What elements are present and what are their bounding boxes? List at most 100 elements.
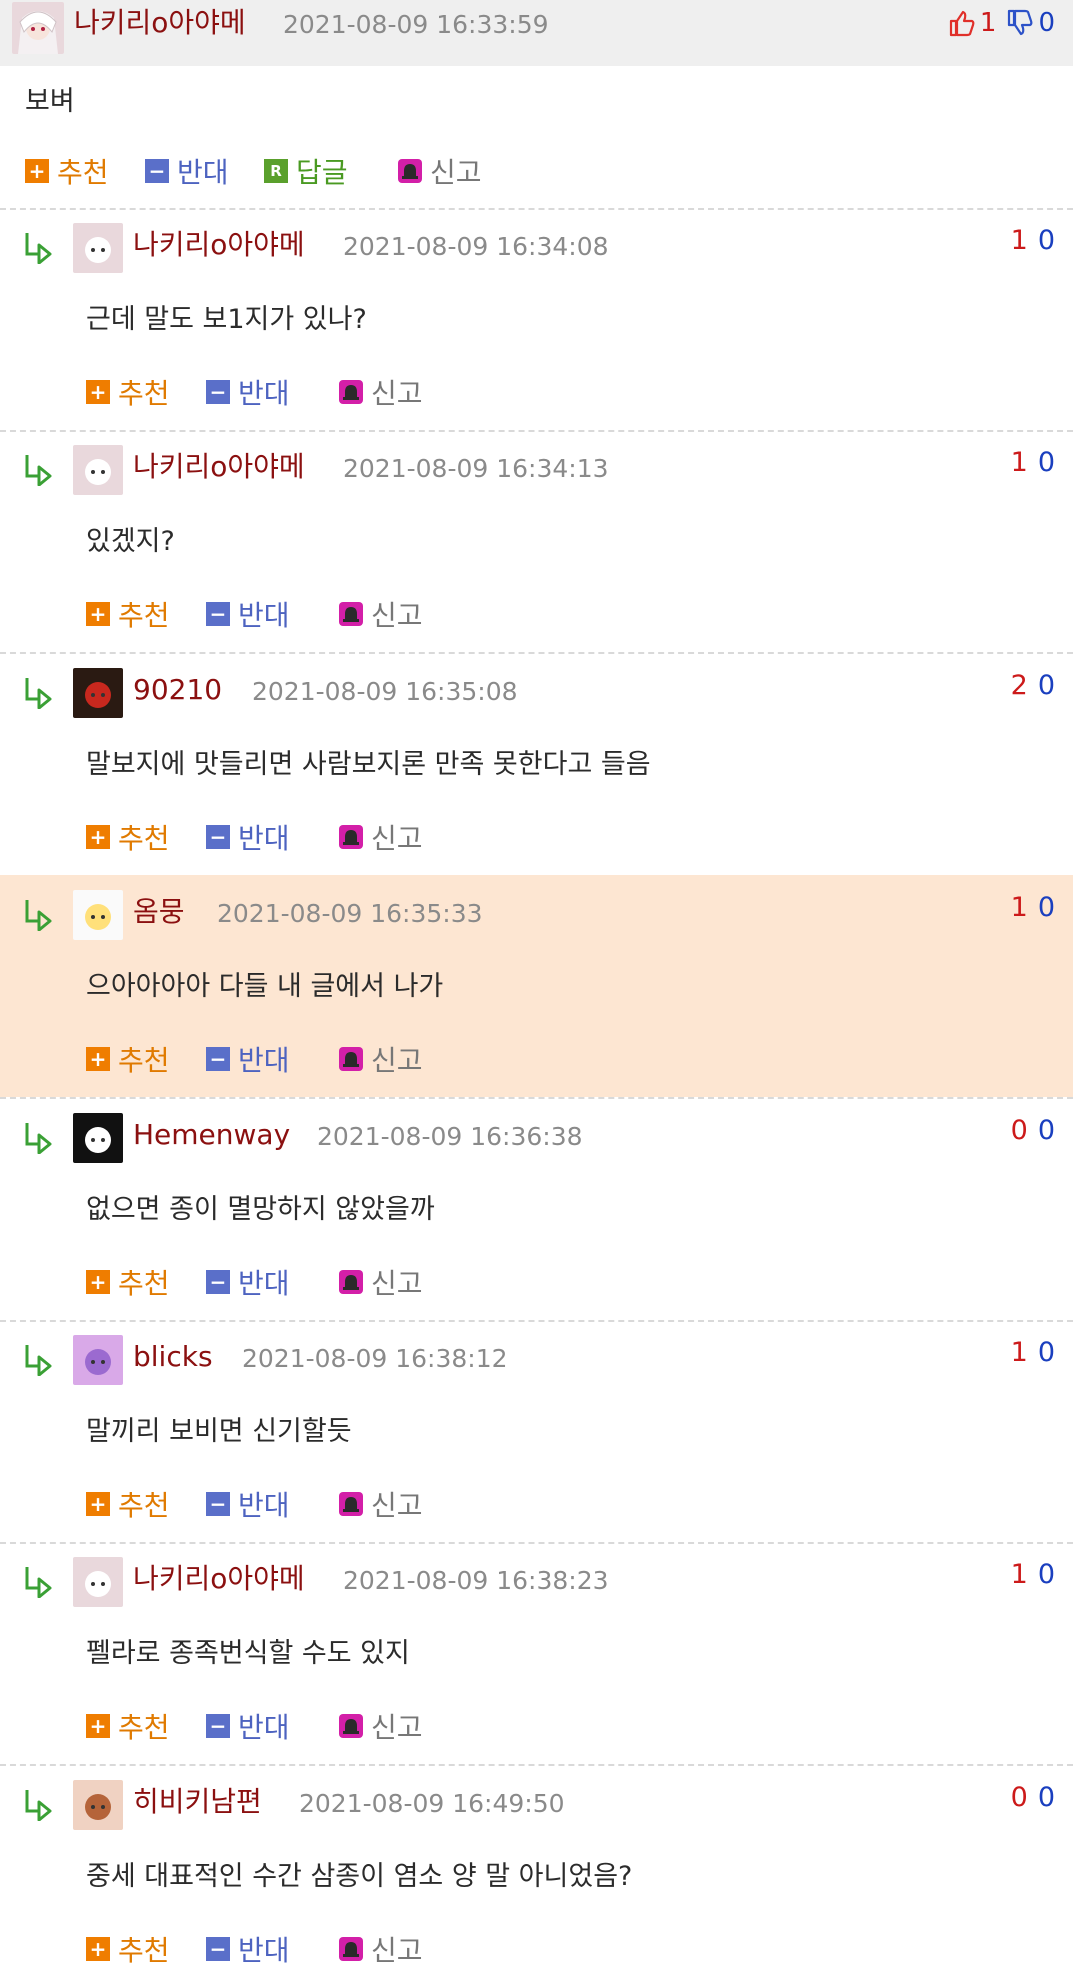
oppose-button[interactable]: − 반대 <box>145 154 229 189</box>
report-button[interactable]: 신고 <box>339 597 423 632</box>
comment-body: 펠라로 종족번식할 수도 있지 <box>86 1638 410 1669</box>
siren-icon <box>339 825 363 849</box>
avatar[interactable] <box>73 1780 123 1830</box>
plus-icon: + <box>86 1492 110 1516</box>
avatar[interactable] <box>73 1113 123 1163</box>
recommend-label: 추천 <box>57 156 109 189</box>
recommend-button[interactable]: + 추천 <box>86 1487 170 1522</box>
comment-author[interactable]: 나키리o아야메 <box>133 451 305 483</box>
comment-dislike-count: 0 <box>1037 1115 1055 1146</box>
oppose-label: 반대 <box>238 599 290 632</box>
minus-icon: − <box>206 825 230 849</box>
recommend-button[interactable]: + 추천 <box>86 597 170 632</box>
recommend-button[interactable]: + 추천 <box>86 1042 170 1077</box>
post-author[interactable]: 나키리o아야메 <box>74 7 246 39</box>
thumbs-up-icon[interactable] <box>948 9 976 37</box>
siren-icon <box>339 1047 363 1071</box>
minus-icon: − <box>206 1492 230 1516</box>
report-label: 신고 <box>371 1711 423 1744</box>
plus-icon: + <box>86 1937 110 1961</box>
recommend-button[interactable]: + 추천 <box>86 375 170 410</box>
comment-like-count: 1 <box>1010 225 1028 256</box>
report-label: 신고 <box>371 1489 423 1522</box>
recommend-label: 추천 <box>118 599 170 632</box>
comment-author[interactable]: 나키리o아야메 <box>133 229 305 261</box>
comment-author[interactable]: 옴뭉 <box>133 896 185 928</box>
oppose-button[interactable]: − 반대 <box>206 375 290 410</box>
divider <box>0 1097 1073 1099</box>
comment-like-count: 1 <box>1010 1559 1028 1590</box>
comment-votes: 10 <box>1011 225 1055 257</box>
comment-body: 근데 말도 보1지가 있나? <box>86 304 367 335</box>
divider <box>0 1764 1073 1766</box>
avatar[interactable] <box>73 668 123 718</box>
reply-button[interactable]: R 답글 <box>264 154 348 189</box>
recommend-button[interactable]: + 추천 <box>86 1265 170 1300</box>
recommend-label: 추천 <box>118 1711 170 1744</box>
minus-icon: − <box>206 1047 230 1071</box>
r-icon: R <box>264 159 288 183</box>
plus-icon: + <box>86 825 110 849</box>
comment-body: 말끼리 보비면 신기할듯 <box>86 1416 352 1447</box>
report-button[interactable]: 신고 <box>339 375 423 410</box>
siren-icon <box>339 1937 363 1961</box>
comment-like-count: 0 <box>1010 1782 1028 1813</box>
comment-datetime: 2021-08-09 16:35:33 <box>217 899 483 928</box>
post-body: 보벼 <box>25 86 75 117</box>
avatar[interactable] <box>73 1557 123 1607</box>
avatar[interactable] <box>73 223 123 273</box>
recommend-label: 추천 <box>118 1489 170 1522</box>
comment-like-count: 1 <box>1010 447 1028 478</box>
comment-dislike-count: 0 <box>1037 225 1055 256</box>
divider <box>0 1542 1073 1544</box>
avatar[interactable] <box>73 890 123 940</box>
recommend-button[interactable]: + 추천 <box>86 1932 170 1967</box>
oppose-label: 반대 <box>238 1489 290 1522</box>
comment-body: 있겠지? <box>86 526 175 557</box>
report-label: 신고 <box>430 156 482 189</box>
comment-author[interactable]: Hemenway <box>133 1119 290 1151</box>
siren-icon <box>339 380 363 404</box>
recommend-button[interactable]: + 추천 <box>25 154 109 189</box>
report-button[interactable]: 신고 <box>339 1709 423 1744</box>
divider <box>0 208 1073 210</box>
recommend-label: 추천 <box>118 377 170 410</box>
post-header: 나키리o아야메 2021-08-09 16:33:59 1 0 <box>0 0 1073 66</box>
oppose-button[interactable]: − 반대 <box>206 597 290 632</box>
plus-icon: + <box>86 1270 110 1294</box>
siren-icon <box>339 602 363 626</box>
report-button[interactable]: 신고 <box>339 1932 423 1967</box>
report-button[interactable]: 신고 <box>398 154 482 189</box>
oppose-button[interactable]: − 반대 <box>206 820 290 855</box>
report-button[interactable]: 신고 <box>339 820 423 855</box>
comment-author[interactable]: 나키리o아야메 <box>133 1563 305 1595</box>
oppose-button[interactable]: − 반대 <box>206 1265 290 1300</box>
plus-icon: + <box>86 1714 110 1738</box>
avatar[interactable] <box>73 445 123 495</box>
comment-author[interactable]: 히비키남편 <box>133 1786 262 1818</box>
comment-datetime: 2021-08-09 16:35:08 <box>252 677 518 706</box>
thumbs-down-icon[interactable] <box>1006 9 1034 37</box>
avatar[interactable] <box>12 2 64 54</box>
oppose-button[interactable]: − 반대 <box>206 1042 290 1077</box>
comment-author[interactable]: 90210 <box>133 674 222 706</box>
oppose-button[interactable]: − 반대 <box>206 1487 290 1522</box>
oppose-label: 반대 <box>238 1267 290 1300</box>
comment-dislike-count: 0 <box>1037 670 1055 701</box>
recommend-button[interactable]: + 추천 <box>86 1709 170 1744</box>
oppose-button[interactable]: − 반대 <box>206 1932 290 1967</box>
comment-datetime: 2021-08-09 16:49:50 <box>299 1789 565 1818</box>
oppose-button[interactable]: − 반대 <box>206 1709 290 1744</box>
reply-arrow-icon <box>25 1790 52 1821</box>
oppose-label: 반대 <box>238 822 290 855</box>
recommend-button[interactable]: + 추천 <box>86 820 170 855</box>
report-button[interactable]: 신고 <box>339 1042 423 1077</box>
avatar[interactable] <box>73 1335 123 1385</box>
reply-arrow-icon <box>25 1123 52 1154</box>
report-button[interactable]: 신고 <box>339 1487 423 1522</box>
like-count: 1 <box>979 8 997 38</box>
report-button[interactable]: 신고 <box>339 1265 423 1300</box>
comment-votes: 00 <box>1011 1782 1055 1814</box>
comment-author[interactable]: blicks <box>133 1341 213 1373</box>
oppose-label: 반대 <box>238 377 290 410</box>
